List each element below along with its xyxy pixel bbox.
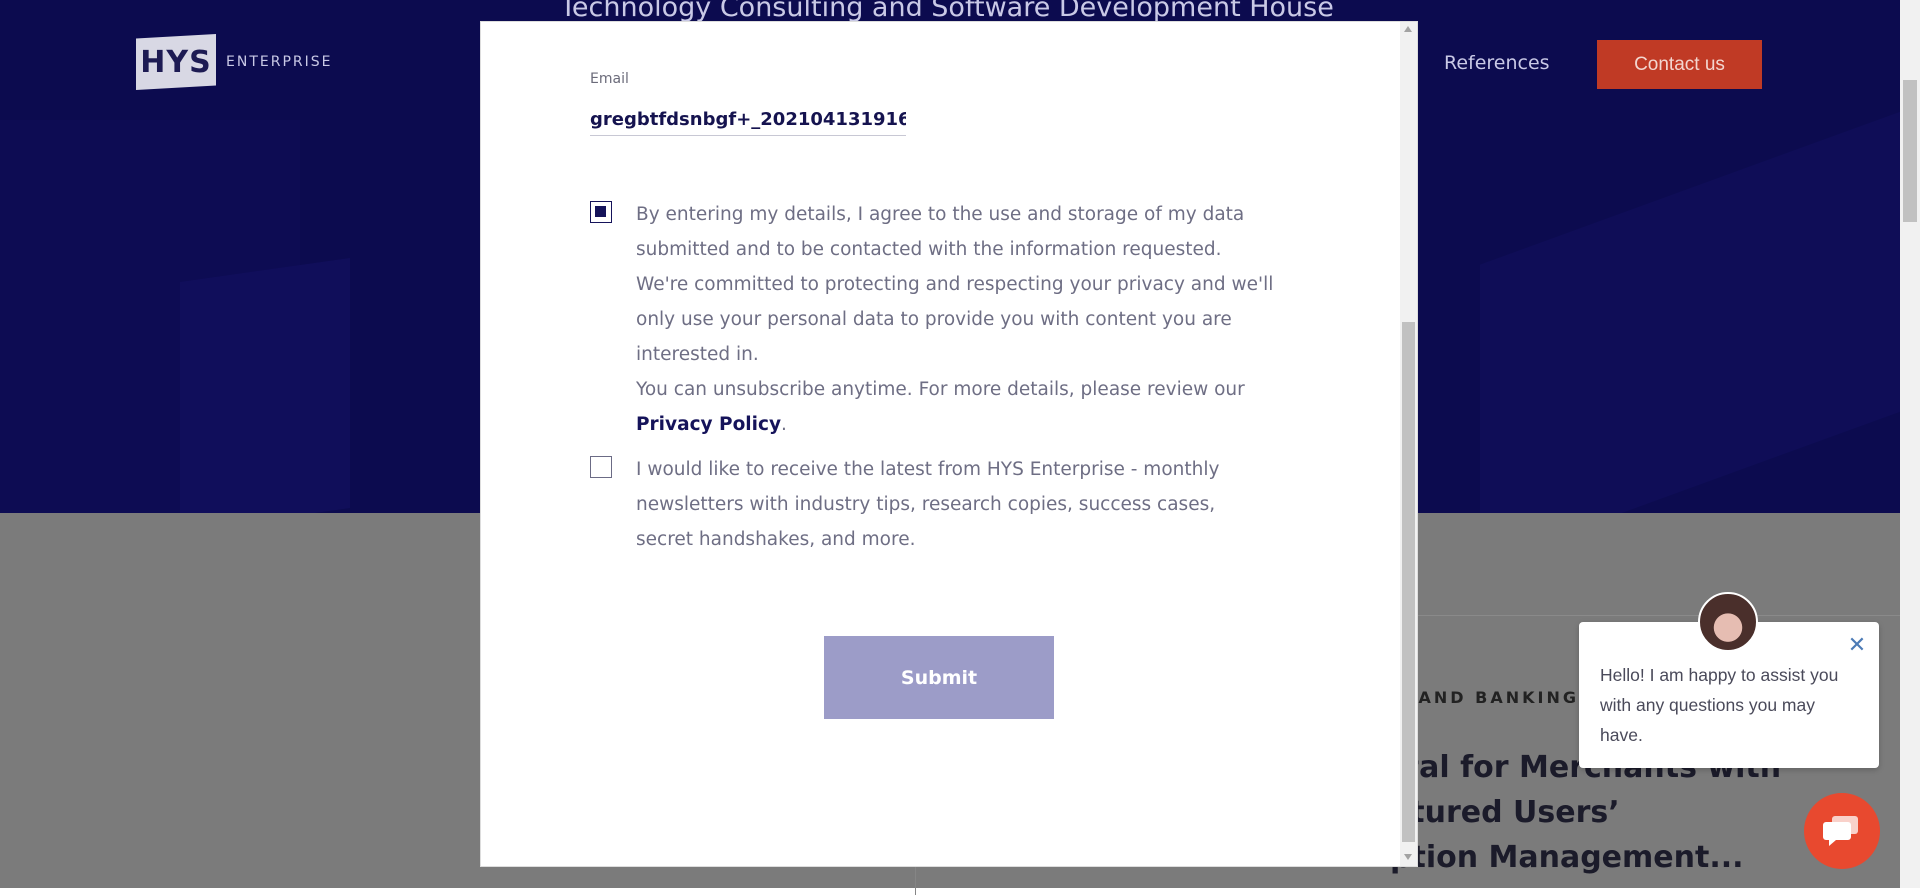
subscribe-modal: Email By entering my details, I agree to… bbox=[481, 22, 1417, 866]
consent-checkbox[interactable] bbox=[590, 201, 612, 223]
page-scrollbar-thumb[interactable] bbox=[1903, 80, 1917, 222]
email-field[interactable] bbox=[590, 103, 906, 136]
consent-suffix: . bbox=[781, 414, 787, 435]
contact-us-button[interactable]: Contact us bbox=[1597, 40, 1762, 89]
chat-icon bbox=[1823, 816, 1858, 846]
submit-button[interactable]: Submit bbox=[824, 636, 1054, 719]
close-icon[interactable]: ✕ bbox=[1847, 635, 1867, 657]
agent-avatar bbox=[1698, 592, 1758, 652]
hero-subtitle: Technology Consulting and Software Devel… bbox=[560, 0, 1334, 23]
chat-launcher-button[interactable] bbox=[1804, 793, 1880, 869]
card-title-line: atured Users’ bbox=[1390, 795, 1620, 830]
chat-message: Hello! I am happy to assist you with any… bbox=[1600, 665, 1839, 745]
nav-references[interactable]: References bbox=[1444, 52, 1550, 74]
page-scrollbar[interactable] bbox=[1900, 0, 1920, 888]
logo-text: ENTERPRISE bbox=[226, 54, 333, 70]
card-tag: E AND BANKING bbox=[1396, 688, 1579, 707]
consent-paragraph: We're committed to protecting and respec… bbox=[636, 274, 1274, 365]
consent-text: By entering my details, I agree to the u… bbox=[636, 197, 1276, 442]
newsletter-checkbox[interactable] bbox=[590, 456, 612, 478]
logo-mark: HYS bbox=[136, 34, 216, 90]
email-label: Email bbox=[590, 71, 629, 87]
hero-decoration bbox=[180, 258, 350, 513]
newsletter-text: I would like to receive the latest from … bbox=[636, 459, 1220, 550]
consent-paragraph: By entering my details, I agree to the u… bbox=[636, 204, 1245, 260]
hero-decoration bbox=[1480, 75, 1920, 513]
consent-paragraph: You can unsubscribe anytime. For more de… bbox=[636, 372, 1276, 442]
consent-paragraph-text: You can unsubscribe anytime. For more de… bbox=[636, 379, 1245, 400]
privacy-policy-link[interactable]: Privacy Policy bbox=[636, 414, 781, 435]
modal-scrollbar-thumb[interactable] bbox=[1402, 322, 1415, 842]
scroll-down-icon[interactable] bbox=[1404, 854, 1412, 860]
scroll-up-icon[interactable] bbox=[1404, 26, 1412, 32]
site-logo[interactable]: HYS ENTERPRISE bbox=[136, 34, 332, 90]
modal-scrollbar[interactable] bbox=[1400, 22, 1417, 866]
card-title-line: ption Management... bbox=[1390, 840, 1744, 875]
